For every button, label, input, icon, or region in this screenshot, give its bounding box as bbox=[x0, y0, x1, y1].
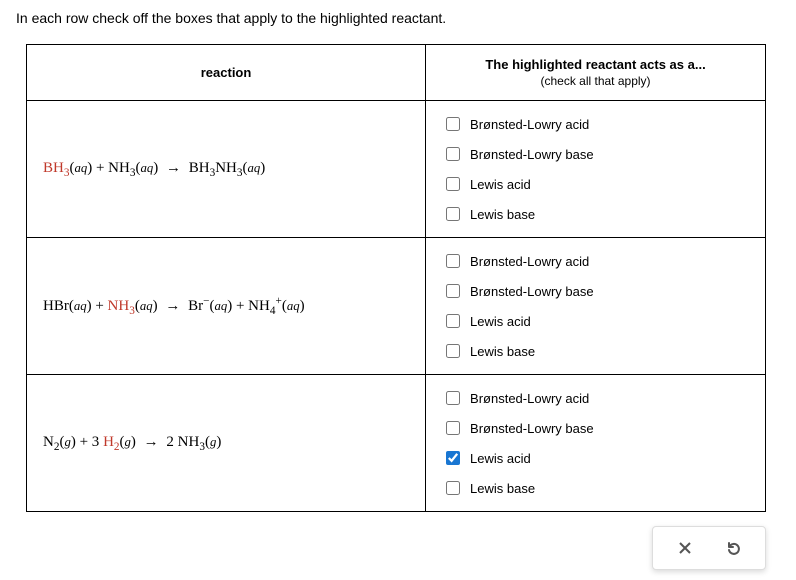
checkbox-lewis_base[interactable] bbox=[446, 344, 460, 358]
header-acts-as-main: The highlighted reactant acts as a... bbox=[485, 57, 705, 72]
instruction-text: In each row check off the boxes that app… bbox=[16, 10, 780, 26]
reaction-table: reaction The highlighted reactant acts a… bbox=[26, 44, 766, 512]
option-label: Brønsted-Lowry acid bbox=[470, 254, 589, 269]
option-label: Brønsted-Lowry base bbox=[470, 284, 594, 299]
option-label: Lewis acid bbox=[470, 177, 531, 192]
option-row-bl_acid: Brønsted-Lowry acid bbox=[442, 109, 749, 139]
checkbox-bl_acid[interactable] bbox=[446, 391, 460, 405]
option-label: Brønsted-Lowry base bbox=[470, 147, 594, 162]
table-row: N2(g) + 3 H2(g) → 2 NH3(g)Brønsted-Lowry… bbox=[27, 375, 766, 512]
reaction-cell: N2(g) + 3 H2(g) → 2 NH3(g) bbox=[27, 375, 426, 512]
option-row-lewis_base: Lewis base bbox=[442, 199, 749, 229]
checkbox-bl_acid[interactable] bbox=[446, 254, 460, 268]
checkbox-lewis_acid[interactable] bbox=[446, 451, 460, 465]
option-label: Brønsted-Lowry acid bbox=[470, 117, 589, 132]
option-row-bl_base: Brønsted-Lowry base bbox=[442, 413, 749, 443]
option-label: Lewis acid bbox=[470, 451, 531, 466]
x-icon bbox=[677, 540, 693, 556]
option-label: Lewis base bbox=[470, 481, 535, 496]
option-label: Brønsted-Lowry base bbox=[470, 421, 594, 436]
undo-icon bbox=[725, 540, 741, 556]
option-row-bl_acid: Brønsted-Lowry acid bbox=[442, 383, 749, 413]
table-row: BH3(aq) + NH3(aq) → BH3NH3(aq)Brønsted-L… bbox=[27, 101, 766, 238]
option-row-bl_base: Brønsted-Lowry base bbox=[442, 276, 749, 306]
checkbox-lewis_base[interactable] bbox=[446, 481, 460, 495]
checkbox-bl_acid[interactable] bbox=[446, 117, 460, 131]
reset-button[interactable] bbox=[709, 533, 757, 563]
option-row-lewis_acid: Lewis acid bbox=[442, 169, 749, 199]
header-reaction: reaction bbox=[27, 45, 426, 101]
checkbox-bl_base[interactable] bbox=[446, 284, 460, 298]
clear-button[interactable] bbox=[661, 533, 709, 563]
options-cell: Brønsted-Lowry acid Brønsted-Lowry base Le… bbox=[426, 101, 766, 238]
checkbox-bl_base[interactable] bbox=[446, 421, 460, 435]
option-label: Lewis acid bbox=[470, 314, 531, 329]
options-cell: Brønsted-Lowry acid Brønsted-Lowry base Le… bbox=[426, 238, 766, 375]
header-acts-as: The highlighted reactant acts as a... (c… bbox=[426, 45, 766, 101]
option-row-lewis_base: Lewis base bbox=[442, 473, 749, 503]
option-row-bl_base: Brønsted-Lowry base bbox=[442, 139, 749, 169]
option-row-bl_acid: Brønsted-Lowry acid bbox=[442, 246, 749, 276]
option-row-lewis_acid: Lewis acid bbox=[442, 306, 749, 336]
options-cell: Brønsted-Lowry acid Brønsted-Lowry base Le… bbox=[426, 375, 766, 512]
reaction-cell: BH3(aq) + NH3(aq) → BH3NH3(aq) bbox=[27, 101, 426, 238]
reaction-cell: HBr(aq) + NH3(aq) → Br−(aq) + NH4+(aq) bbox=[27, 238, 426, 375]
table-row: HBr(aq) + NH3(aq) → Br−(aq) + NH4+(aq)Br… bbox=[27, 238, 766, 375]
bottom-toolbar bbox=[26, 526, 766, 570]
checkbox-lewis_acid[interactable] bbox=[446, 177, 460, 191]
checkbox-lewis_base[interactable] bbox=[446, 207, 460, 221]
checkbox-bl_base[interactable] bbox=[446, 147, 460, 161]
header-acts-as-sub: (check all that apply) bbox=[432, 74, 759, 88]
option-label: Brønsted-Lowry acid bbox=[470, 391, 589, 406]
button-group bbox=[652, 526, 766, 570]
checkbox-lewis_acid[interactable] bbox=[446, 314, 460, 328]
option-row-lewis_acid: Lewis acid bbox=[442, 443, 749, 473]
option-row-lewis_base: Lewis base bbox=[442, 336, 749, 366]
option-label: Lewis base bbox=[470, 207, 535, 222]
option-label: Lewis base bbox=[470, 344, 535, 359]
